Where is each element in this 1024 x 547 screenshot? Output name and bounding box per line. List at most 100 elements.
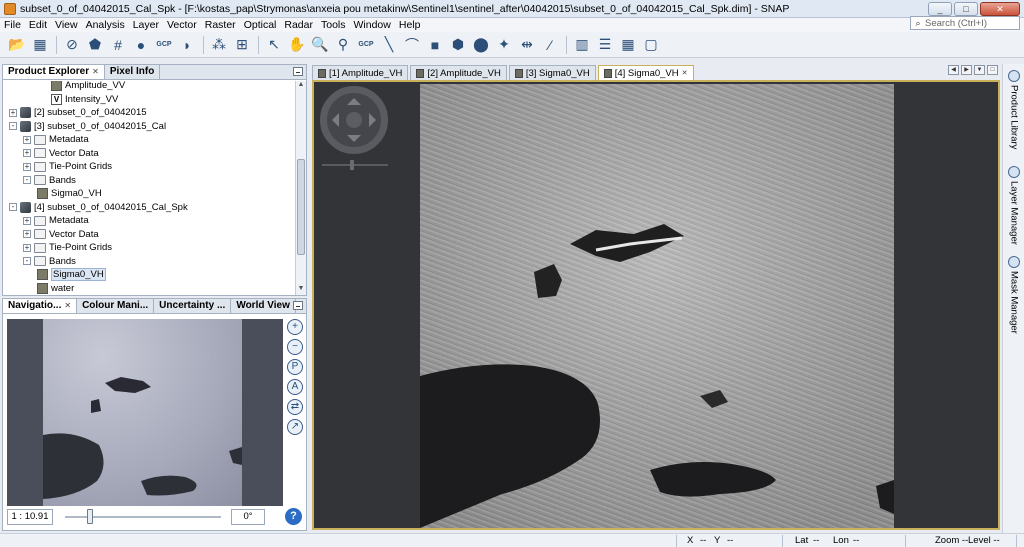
zoom-slider[interactable]: [65, 509, 221, 524]
expand-icon[interactable]: +: [23, 243, 31, 252]
collapse-icon[interactable]: -: [23, 257, 31, 266]
tree-item[interactable]: Amplitude_VV: [51, 81, 125, 93]
zoom-out-icon[interactable]: −: [287, 339, 303, 355]
tile-horizontally-icon[interactable]: ☰: [594, 35, 616, 55]
menu-vector[interactable]: Vector: [163, 18, 201, 32]
pan-left-icon[interactable]: [325, 113, 339, 127]
rotation-angle-field[interactable]: 0°: [231, 509, 265, 525]
help-button[interactable]: ?: [285, 508, 302, 525]
tile-vertically-icon[interactable]: ▦: [617, 35, 639, 55]
pan-up-icon[interactable]: [347, 91, 361, 105]
navigation-overview[interactable]: [7, 319, 283, 506]
tab-image-3[interactable]: [3] Sigma0_VH: [508, 65, 596, 80]
menu-view[interactable]: View: [51, 18, 82, 32]
polygon-drawing-tool-icon[interactable]: ⬢: [447, 35, 469, 55]
search-input[interactable]: ⌕ Search (Ctrl+I): [910, 16, 1020, 30]
expand-icon[interactable]: +: [9, 108, 17, 117]
menu-help[interactable]: Help: [395, 18, 425, 32]
view-zoom-slider-knob[interactable]: [350, 160, 354, 170]
zoom-pixel-icon[interactable]: P: [287, 359, 303, 375]
expand-icon[interactable]: +: [23, 149, 31, 158]
image-view[interactable]: [312, 80, 1000, 530]
tree-item[interactable]: Sigma0_VH: [37, 268, 106, 282]
tile-evenly-icon[interactable]: ▥: [571, 35, 593, 55]
tab-world-view[interactable]: World View: [231, 299, 296, 313]
sync-views-icon[interactable]: ⇄: [287, 399, 303, 415]
scale-field[interactable]: 1 : 10.91: [7, 509, 53, 525]
menu-edit[interactable]: Edit: [25, 18, 51, 32]
sync-views-icon[interactable]: ⁂: [208, 35, 230, 55]
shapes-overlay-icon[interactable]: ◗: [176, 35, 198, 55]
expand-icon[interactable]: +: [23, 230, 31, 239]
tree-item[interactable]: + [2] subset_0_of_04042015: [9, 106, 147, 120]
side-tab-mask-manager[interactable]: Mask Manager: [1005, 256, 1023, 334]
no-data-overlay-icon[interactable]: ⊘: [61, 35, 83, 55]
scroll-tabs-right-icon[interactable]: ▶: [961, 65, 972, 75]
tree-item[interactable]: + Metadata: [23, 133, 89, 147]
view-zoom-slider[interactable]: [322, 164, 388, 166]
pin-placing-tool-icon[interactable]: ⚲: [332, 35, 354, 55]
close-tab-icon[interactable]: ✕: [92, 67, 99, 76]
pan-right-icon[interactable]: [369, 113, 383, 127]
graticule-icon[interactable]: #: [107, 35, 129, 55]
tab-pixel-info[interactable]: Pixel Info: [105, 65, 161, 79]
zoom-slider-thumb[interactable]: [87, 509, 93, 524]
menu-optical[interactable]: Optical: [240, 18, 281, 32]
wand-icon[interactable]: ⁄: [539, 35, 561, 55]
maximize-button[interactable]: □: [954, 1, 978, 16]
close-button[interactable]: ✕: [980, 1, 1020, 16]
zoom-tool-icon[interactable]: 🔍: [309, 35, 331, 55]
magic-wand-tool-icon[interactable]: ✦: [493, 35, 515, 55]
select-tool-icon[interactable]: ↖: [263, 35, 285, 55]
gcp-overlay-icon[interactable]: GCP: [153, 35, 175, 55]
tree-item[interactable]: + Tie-Point Grids: [23, 160, 112, 174]
pan-tool-icon[interactable]: ✋: [286, 35, 308, 55]
close-tab-icon[interactable]: ✕: [64, 301, 71, 310]
tree-scrollbar[interactable]: ▲ ▼: [295, 81, 306, 295]
tree-item[interactable]: + Vector Data: [23, 147, 99, 161]
sync-cursor-icon[interactable]: ↗: [287, 419, 303, 435]
tab-list-icon[interactable]: ▼: [974, 65, 985, 75]
tree-item[interactable]: + Metadata: [23, 214, 89, 228]
scroll-down-icon[interactable]: ▼: [296, 285, 306, 295]
scrollbar-thumb[interactable]: [297, 159, 305, 255]
tab-colour-manipulation[interactable]: Colour Mani...: [77, 299, 155, 313]
side-tab-product-library[interactable]: Product Library: [1005, 70, 1023, 149]
polyline-drawing-tool-icon[interactable]: ⌒: [401, 35, 423, 55]
tab-uncertainty[interactable]: Uncertainty ...: [154, 299, 232, 313]
close-tab-icon[interactable]: ✕: [682, 67, 688, 80]
maximize-editor-icon[interactable]: □: [987, 65, 998, 75]
tree-item[interactable]: - Bands: [23, 174, 76, 188]
tab-image-2[interactable]: [2] Amplitude_VH: [410, 65, 507, 80]
side-tab-layer-manager[interactable]: Layer Manager: [1005, 166, 1023, 245]
range-finder-tool-icon[interactable]: ⇹: [516, 35, 538, 55]
tree-item[interactable]: - [3] subset_0_of_04042015_Cal: [9, 120, 166, 134]
menu-file[interactable]: File: [0, 18, 25, 32]
pin-overlay-icon[interactable]: ●: [130, 35, 152, 55]
minimize-panel-icon[interactable]: [293, 301, 303, 310]
pan-control[interactable]: [320, 86, 388, 154]
zoom-in-icon[interactable]: +: [287, 319, 303, 335]
menu-radar[interactable]: Radar: [280, 18, 317, 32]
tab-navigation[interactable]: Navigatio... ✕: [3, 299, 78, 313]
tree-item[interactable]: - [4] subset_0_of_04042015_Cal_Spk: [9, 201, 188, 215]
expand-icon[interactable]: +: [23, 135, 31, 144]
menu-raster[interactable]: Raster: [201, 18, 240, 32]
gcp-placing-tool-icon[interactable]: GCP: [355, 35, 377, 55]
save-product-icon[interactable]: ▦: [29, 35, 51, 55]
scroll-tabs-left-icon[interactable]: ◀: [948, 65, 959, 75]
expand-icon[interactable]: +: [23, 162, 31, 171]
menu-layer[interactable]: Layer: [129, 18, 163, 32]
collapse-icon[interactable]: -: [9, 122, 17, 131]
tree-item[interactable]: + Tie-Point Grids: [23, 241, 112, 255]
tree-item[interactable]: V Intensity_VV: [51, 93, 118, 107]
world-map-icon[interactable]: ⬟: [84, 35, 106, 55]
open-product-icon[interactable]: 📂: [6, 35, 28, 55]
tile-single-icon[interactable]: ▢: [640, 35, 662, 55]
tab-image-1[interactable]: [1] Amplitude_VH: [312, 65, 409, 80]
ellipse-drawing-tool-icon[interactable]: ⬤: [470, 35, 492, 55]
tab-image-4[interactable]: [4] Sigma0_VH ✕: [597, 65, 694, 80]
pan-down-icon[interactable]: [347, 135, 361, 149]
tree-item[interactable]: water: [37, 282, 74, 296]
menu-analysis[interactable]: Analysis: [82, 18, 129, 32]
